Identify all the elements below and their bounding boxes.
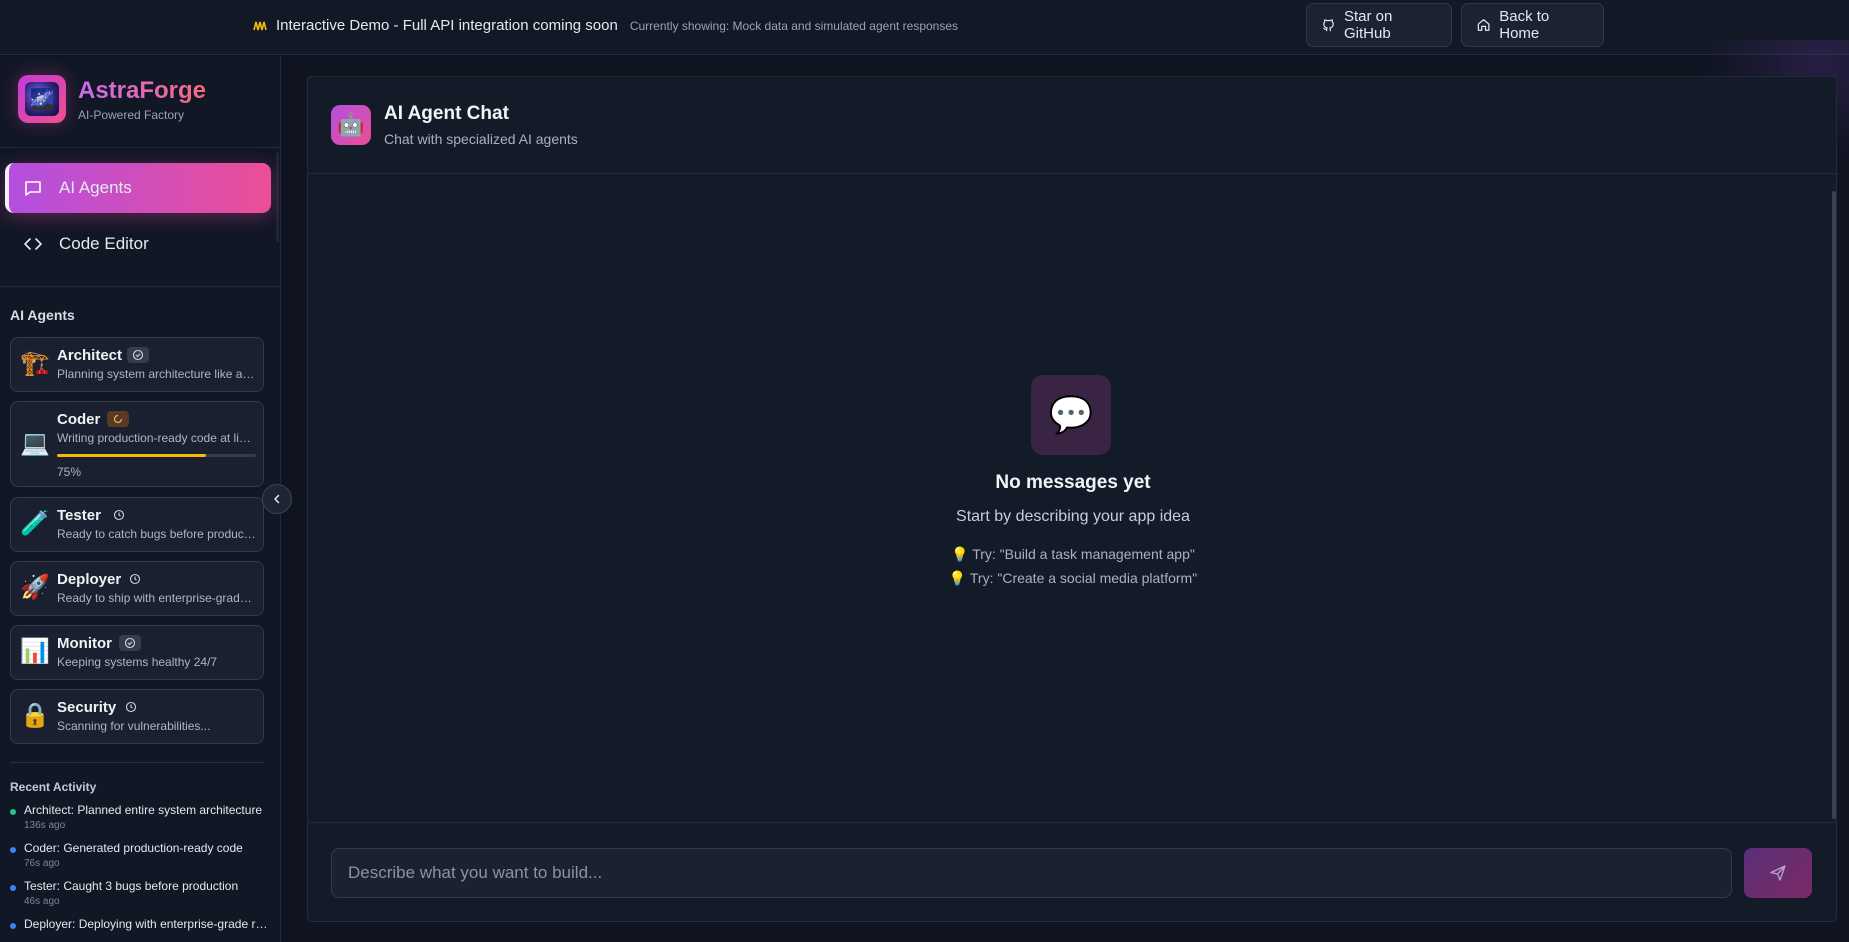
wave-icon bbox=[253, 21, 267, 30]
demo-notice: Interactive Demo - Full API integration … bbox=[252, 17, 958, 34]
brand-name: AstraForge bbox=[78, 76, 207, 104]
check-circle-icon bbox=[127, 347, 149, 363]
divider bbox=[10, 762, 264, 763]
activity-time: 46s ago bbox=[24, 896, 60, 907]
agent-progress-fill bbox=[57, 454, 207, 457]
brand-tagline: AI-Powered Factory bbox=[78, 107, 185, 122]
code-icon bbox=[24, 238, 42, 250]
chat-title: AI Agent Chat bbox=[384, 103, 509, 124]
agent-description: Ready to catch bugs before production bbox=[57, 527, 257, 541]
agent-card-deployer[interactable]: 🚀 Deployer Ready to ship with enterprise… bbox=[10, 561, 264, 616]
github-icon bbox=[1323, 19, 1334, 32]
chat-scrollbar[interactable] bbox=[1832, 191, 1836, 819]
agent-name: Coder bbox=[57, 411, 101, 428]
star-github-label: Star on GitHub bbox=[1344, 8, 1393, 42]
agent-name: Architect bbox=[57, 347, 123, 364]
agent-description: Scanning for vulnerabilities... bbox=[57, 719, 211, 733]
home-icon bbox=[1477, 19, 1490, 31]
chat-subtitle: Chat with specialized AI agents bbox=[384, 131, 578, 147]
crane-icon: 🏗️ bbox=[20, 350, 50, 377]
agent-description: Keeping systems healthy 24/7 bbox=[57, 655, 218, 669]
brand: 🌌 AstraForge AI-Powered Factory bbox=[18, 75, 206, 123]
test-tube-icon: 🧪 bbox=[20, 510, 50, 537]
check-circle-icon bbox=[119, 635, 141, 651]
agent-card-security[interactable]: 🔒 Security Scanning for vulnerabilities.… bbox=[10, 689, 264, 744]
nav-item-label: Code Editor bbox=[59, 234, 149, 253]
empty-state-subtitle: Start by describing your app idea bbox=[956, 508, 1190, 525]
chat-header: 🤖 AI Agent Chat Chat with specialized AI… bbox=[308, 77, 1838, 174]
agents-section-title: AI Agents bbox=[10, 307, 75, 323]
activity-time: 136s ago bbox=[24, 820, 66, 831]
chat-message-input[interactable] bbox=[331, 848, 1732, 898]
star-github-button[interactable]: Star on GitHub bbox=[1306, 3, 1452, 47]
send-button[interactable] bbox=[1744, 848, 1812, 898]
divider bbox=[0, 147, 280, 148]
speech-bubble-icon: 💬 bbox=[1031, 375, 1111, 455]
recent-activity-title: Recent Activity bbox=[10, 780, 97, 794]
agent-name: Deployer bbox=[57, 571, 122, 588]
collapse-sidebar-button[interactable] bbox=[262, 484, 292, 514]
rocket-icon: 🚀 bbox=[20, 574, 50, 601]
activity-dot bbox=[10, 847, 16, 853]
activity-text: Deployer: Deploying with enterprise-grad… bbox=[24, 917, 272, 931]
send-icon bbox=[1770, 865, 1786, 881]
clock-icon bbox=[123, 699, 139, 715]
activity-dot bbox=[10, 885, 16, 891]
demo-notice-title: Interactive Demo - Full API integration … bbox=[276, 17, 618, 34]
chat-input-area bbox=[308, 822, 1838, 921]
galaxy-icon: 🌌 bbox=[25, 82, 59, 116]
agent-progress-bar bbox=[57, 454, 256, 457]
agent-card-monitor[interactable]: 📊 Monitor Keeping systems healthy 24/7 bbox=[10, 625, 264, 680]
activity-dot bbox=[10, 809, 16, 815]
chevron-left-icon bbox=[274, 494, 280, 504]
laptop-icon: 💻 bbox=[20, 430, 50, 457]
activity-text: Coder: Generated production-ready code bbox=[24, 841, 243, 855]
lock-icon: 🔒 bbox=[20, 702, 50, 729]
agent-card-tester[interactable]: 🧪 Tester Ready to catch bugs before prod… bbox=[10, 497, 264, 552]
back-home-label: Back to Home bbox=[1499, 8, 1550, 42]
suggestion-tip[interactable]: 💡 Try: "Build a task management app" bbox=[308, 546, 1838, 563]
agent-card-coder[interactable]: 💻 Coder Writing production-ready code at… bbox=[10, 401, 264, 487]
robot-icon: 🤖 bbox=[331, 105, 371, 145]
agent-description: Planning system architecture like a seni… bbox=[57, 367, 257, 381]
agent-name: Tester bbox=[57, 507, 101, 524]
agent-description: Ready to ship with enterprise-grade reli… bbox=[57, 591, 257, 605]
sidebar: 🌌 AstraForge AI-Powered Factory AI Agent… bbox=[0, 56, 281, 942]
agent-name: Monitor bbox=[57, 635, 112, 652]
agent-progress-label: 75% bbox=[57, 465, 82, 479]
back-home-button[interactable]: Back to Home bbox=[1461, 3, 1604, 47]
clock-icon bbox=[111, 507, 127, 523]
sidebar-scrollbar[interactable] bbox=[276, 152, 279, 242]
demo-notice-subtitle: Currently showing: Mock data and simulat… bbox=[629, 18, 959, 33]
activity-dot bbox=[10, 923, 16, 929]
suggestion-tip[interactable]: 💡 Try: "Create a social media platform" bbox=[308, 570, 1838, 587]
nav-item-label: AI Agents bbox=[59, 178, 132, 197]
activity-time: 76s ago bbox=[24, 858, 60, 869]
message-square-icon bbox=[25, 181, 41, 196]
nav-item-ai-agents[interactable]: AI Agents bbox=[5, 163, 271, 213]
loading-icon bbox=[107, 411, 129, 427]
agent-description: Writing production-ready code at lightni… bbox=[57, 431, 257, 445]
top-banner: Interactive Demo - Full API integration … bbox=[0, 0, 1849, 55]
clock-icon bbox=[127, 571, 143, 587]
agent-name: Security bbox=[57, 699, 117, 716]
brand-logo: 🌌 bbox=[18, 75, 66, 123]
divider bbox=[0, 286, 280, 287]
activity-text: Tester: Caught 3 bugs before production bbox=[24, 879, 239, 893]
empty-state-title: No messages yet bbox=[995, 472, 1151, 493]
chat-panel: 🤖 AI Agent Chat Chat with specialized AI… bbox=[307, 76, 1838, 922]
activity-text: Architect: Planned entire system archite… bbox=[24, 803, 263, 817]
nav-item-code-editor[interactable]: Code Editor bbox=[5, 219, 271, 269]
bar-chart-icon: 📊 bbox=[20, 638, 50, 665]
agent-card-architect[interactable]: 🏗️ Architect Planning system architectur… bbox=[10, 337, 264, 392]
